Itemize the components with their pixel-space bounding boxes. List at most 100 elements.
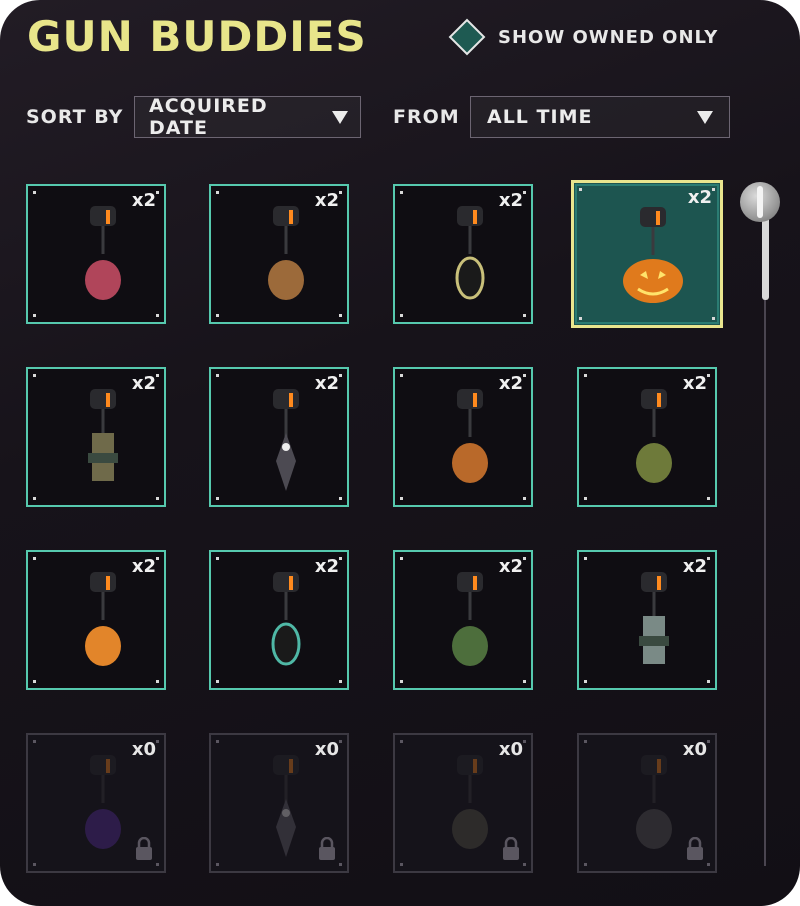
gun-buddy-card[interactable]: x2 [571,180,723,328]
corner-dot [216,740,219,743]
corner-dot [712,317,715,320]
green-creature-charm-icon [435,566,505,676]
from-dropdown[interactable]: ALL TIME [470,96,730,138]
corner-dot [712,188,715,191]
corner-dot [216,191,219,194]
corner-dot [33,740,36,743]
diamond-checkbox-icon[interactable] [448,18,486,56]
corner-dot [339,374,342,377]
corner-dot [33,680,36,683]
corner-dot [33,314,36,317]
corner-dot [584,374,587,377]
corner-dot [707,740,710,743]
gun-buddy-card[interactable]: x2 [393,184,533,324]
corner-dot [156,740,159,743]
gun-buddy-card[interactable]: x2 [577,367,717,507]
corner-dot [400,374,403,377]
corner-dot [400,191,403,194]
corner-dot [707,557,710,560]
triangle-down-icon [332,110,348,124]
owned-count: x2 [687,187,712,208]
corner-dot [579,317,582,320]
corner-dot [156,374,159,377]
gun-buddy-card[interactable]: x2 [209,184,349,324]
gun-buddy-card[interactable]: x2 [393,367,533,507]
corner-dot [216,374,219,377]
gun-buddy-card[interactable]: x0 [26,733,166,873]
show-owned-only-toggle[interactable]: SHOW OWNED ONLY [448,18,718,56]
corner-dot [400,740,403,743]
pumpkin-charm-icon [618,201,688,311]
corner-dot [339,863,342,866]
potato-charm-icon [251,200,321,310]
corner-dot [584,680,587,683]
corner-dot [339,497,342,500]
gun-buddy-card[interactable]: x0 [577,733,717,873]
corner-dot [707,497,710,500]
corner-dot [523,863,526,866]
corner-dot [523,374,526,377]
knob-grip [757,186,763,218]
corner-dot [400,314,403,317]
gun-buddy-card[interactable]: x2 [393,550,533,690]
corner-dot [400,557,403,560]
corner-dot [523,680,526,683]
gun-buddy-card[interactable]: x0 [209,733,349,873]
flower-charm-icon [68,200,138,310]
kunai-charm-icon [251,383,321,493]
corner-dot [33,191,36,194]
corner-dot [33,497,36,500]
corner-dot [216,863,219,866]
round-charm-icon [435,749,505,859]
corner-dot [523,314,526,317]
corner-dot [584,557,587,560]
gun-buddy-card[interactable]: x2 [209,550,349,690]
corner-dot [339,680,342,683]
sort-by-label: SORT BY [26,106,124,128]
bag-charm-icon [619,383,689,493]
corner-dot [156,863,159,866]
claw-charm-icon [619,749,689,859]
corner-dot [400,863,403,866]
corner-dot [216,557,219,560]
corner-dot [707,374,710,377]
gun-buddy-card[interactable]: x2 [209,367,349,507]
corner-dot [339,314,342,317]
sort-dropdown[interactable]: ACQUIRED DATE [134,95,361,139]
robot-charm-icon [619,566,689,676]
gun-buddy-card[interactable]: x0 [393,733,533,873]
corner-dot [523,740,526,743]
from-dropdown-value: ALL TIME [487,106,593,128]
gun-buddy-card[interactable]: x2 [26,550,166,690]
corner-dot [156,191,159,194]
corner-dot [400,497,403,500]
gun-buddy-card[interactable]: x2 [26,184,166,324]
gun-buddy-card[interactable]: x2 [577,550,717,690]
blade-charm-icon [251,749,321,859]
corner-dot [339,740,342,743]
corner-dot [33,557,36,560]
triangle-down-icon [697,110,713,124]
corner-dot [156,497,159,500]
corner-dot [584,497,587,500]
corner-dot [400,680,403,683]
scroll-knob[interactable] [740,182,780,222]
corner-dot [523,191,526,194]
lock-icon [317,836,337,865]
corner-dot [156,557,159,560]
gun-buddy-card[interactable]: x2 [26,367,166,507]
fox-charm-icon [68,566,138,676]
corner-dot [707,863,710,866]
corner-dot [216,497,219,500]
corner-dot [584,863,587,866]
oval-tag-charm-icon [435,200,505,310]
purple-charm-icon [68,749,138,859]
corner-dot [707,680,710,683]
corner-dot [339,191,342,194]
corner-dot [339,557,342,560]
gun-buddies-panel: GUN BUDDIES SHOW OWNED ONLY SORT BY ACQU… [0,0,800,906]
show-owned-only-label: SHOW OWNED ONLY [498,26,719,48]
teal-tag-charm-icon [251,566,321,676]
lock-icon [685,836,705,865]
corner-dot [156,314,159,317]
